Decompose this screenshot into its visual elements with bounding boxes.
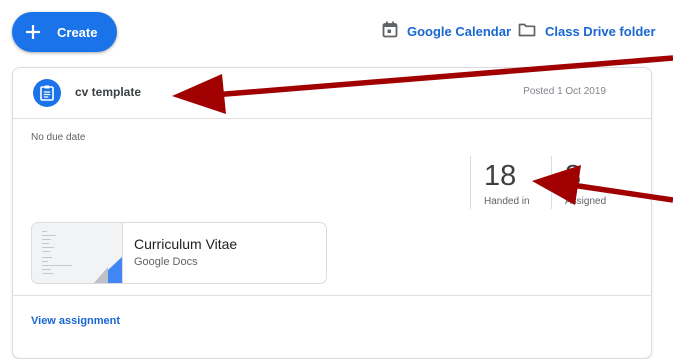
plus-icon bbox=[25, 24, 41, 40]
attachment-title: Curriculum Vitae bbox=[134, 236, 238, 252]
folder-icon bbox=[518, 22, 545, 40]
document-thumbnail bbox=[32, 223, 123, 283]
calendar-icon bbox=[382, 21, 407, 41]
assignment-title: cv template bbox=[75, 85, 142, 99]
class-drive-folder-link[interactable]: Class Drive folder bbox=[518, 22, 656, 40]
class-drive-folder-label: Class Drive folder bbox=[545, 23, 656, 39]
assignment-icon bbox=[33, 79, 61, 107]
assignment-card: cv template Posted 1 Oct 2019 No due dat… bbox=[12, 67, 652, 359]
posted-date: Posted 1 Oct 2019 bbox=[523, 86, 606, 97]
google-calendar-label: Google Calendar bbox=[407, 23, 512, 39]
assigned-count[interactable]: 8 bbox=[565, 160, 581, 193]
stat-divider bbox=[551, 156, 552, 209]
attachment-type: Google Docs bbox=[134, 256, 198, 268]
google-calendar-link[interactable]: Google Calendar bbox=[382, 21, 512, 41]
create-button[interactable]: Create bbox=[12, 12, 117, 52]
due-date: No due date bbox=[31, 132, 86, 143]
create-label: Create bbox=[57, 24, 98, 40]
assigned-label: Assigned bbox=[565, 196, 607, 207]
footer-divider bbox=[13, 295, 651, 296]
attachment-card[interactable]: Curriculum Vitae Google Docs bbox=[31, 222, 327, 284]
assignment-header[interactable]: cv template Posted 1 Oct 2019 bbox=[13, 68, 651, 119]
handed-in-count[interactable]: 18 bbox=[484, 160, 516, 193]
view-assignment-link[interactable]: View assignment bbox=[31, 315, 120, 327]
handed-in-label: Handed in bbox=[484, 196, 530, 207]
stat-divider bbox=[470, 156, 471, 209]
